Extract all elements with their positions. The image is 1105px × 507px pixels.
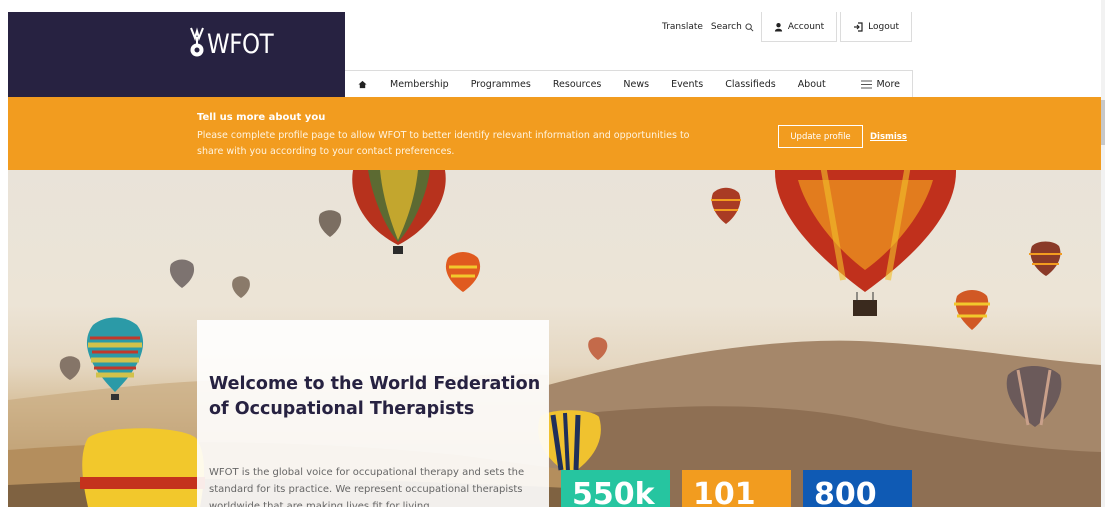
translate-link[interactable]: Translate [658, 22, 707, 32]
more-label: More [876, 78, 900, 90]
welcome-text: WFOT is the global voice for occupationa… [209, 467, 525, 507]
nav-item-news[interactable]: News [612, 79, 660, 90]
banner-title: Tell us more about you [197, 112, 326, 123]
user-icon [774, 22, 782, 31]
logout-label: Logout [868, 21, 899, 32]
nav-item-resources[interactable]: Resources [542, 79, 613, 90]
search-label: Search [710, 22, 742, 32]
utility-nav: Translate Search Account Logout [658, 12, 912, 42]
main-nav: Membership Programmes Resources News Eve… [345, 70, 913, 97]
nav-home[interactable] [345, 80, 379, 89]
welcome-card: Welcome to the World Federation of Occup… [197, 320, 549, 507]
scrollbar-track[interactable] [1101, 0, 1105, 507]
stat-tile: 800 [803, 470, 912, 507]
nav-item-programmes[interactable]: Programmes [460, 79, 542, 90]
hamburger-icon [861, 80, 873, 88]
wfot-logo[interactable]: WFOT [188, 26, 285, 58]
logo-block [8, 12, 345, 97]
update-profile-button[interactable]: Update profile [778, 125, 863, 148]
logout-button[interactable]: Logout [840, 12, 912, 42]
stat-tile: 550k [561, 470, 670, 507]
nav-item-membership[interactable]: Membership [379, 79, 460, 90]
nav-item-about[interactable]: About [787, 79, 837, 90]
logout-icon [854, 21, 863, 32]
banner-message: Please complete profile page to allow WF… [197, 130, 690, 157]
nav-item-events[interactable]: Events [660, 79, 714, 90]
search-icon [745, 22, 754, 31]
hot-air-balloons-illustration [8, 170, 1101, 507]
account-button[interactable]: Account [760, 12, 838, 42]
nav-item-classifieds[interactable]: Classifieds [714, 79, 786, 90]
logo-text: WFOT [207, 29, 274, 60]
dismiss-link[interactable]: Dismiss [870, 132, 907, 142]
hero-image [8, 170, 1101, 507]
nav-more-button[interactable]: More [861, 79, 912, 90]
logo-mark-icon [190, 27, 204, 57]
account-label: Account [787, 21, 825, 32]
welcome-title: Welcome to the World Federation of Occup… [209, 374, 541, 419]
search-link[interactable]: Search [707, 22, 758, 32]
home-icon [357, 80, 367, 88]
scrollbar-thumb[interactable] [1101, 100, 1105, 145]
stat-tile: 101 [682, 470, 791, 507]
profile-banner: Tell us more about you Please complete p… [8, 97, 1101, 170]
